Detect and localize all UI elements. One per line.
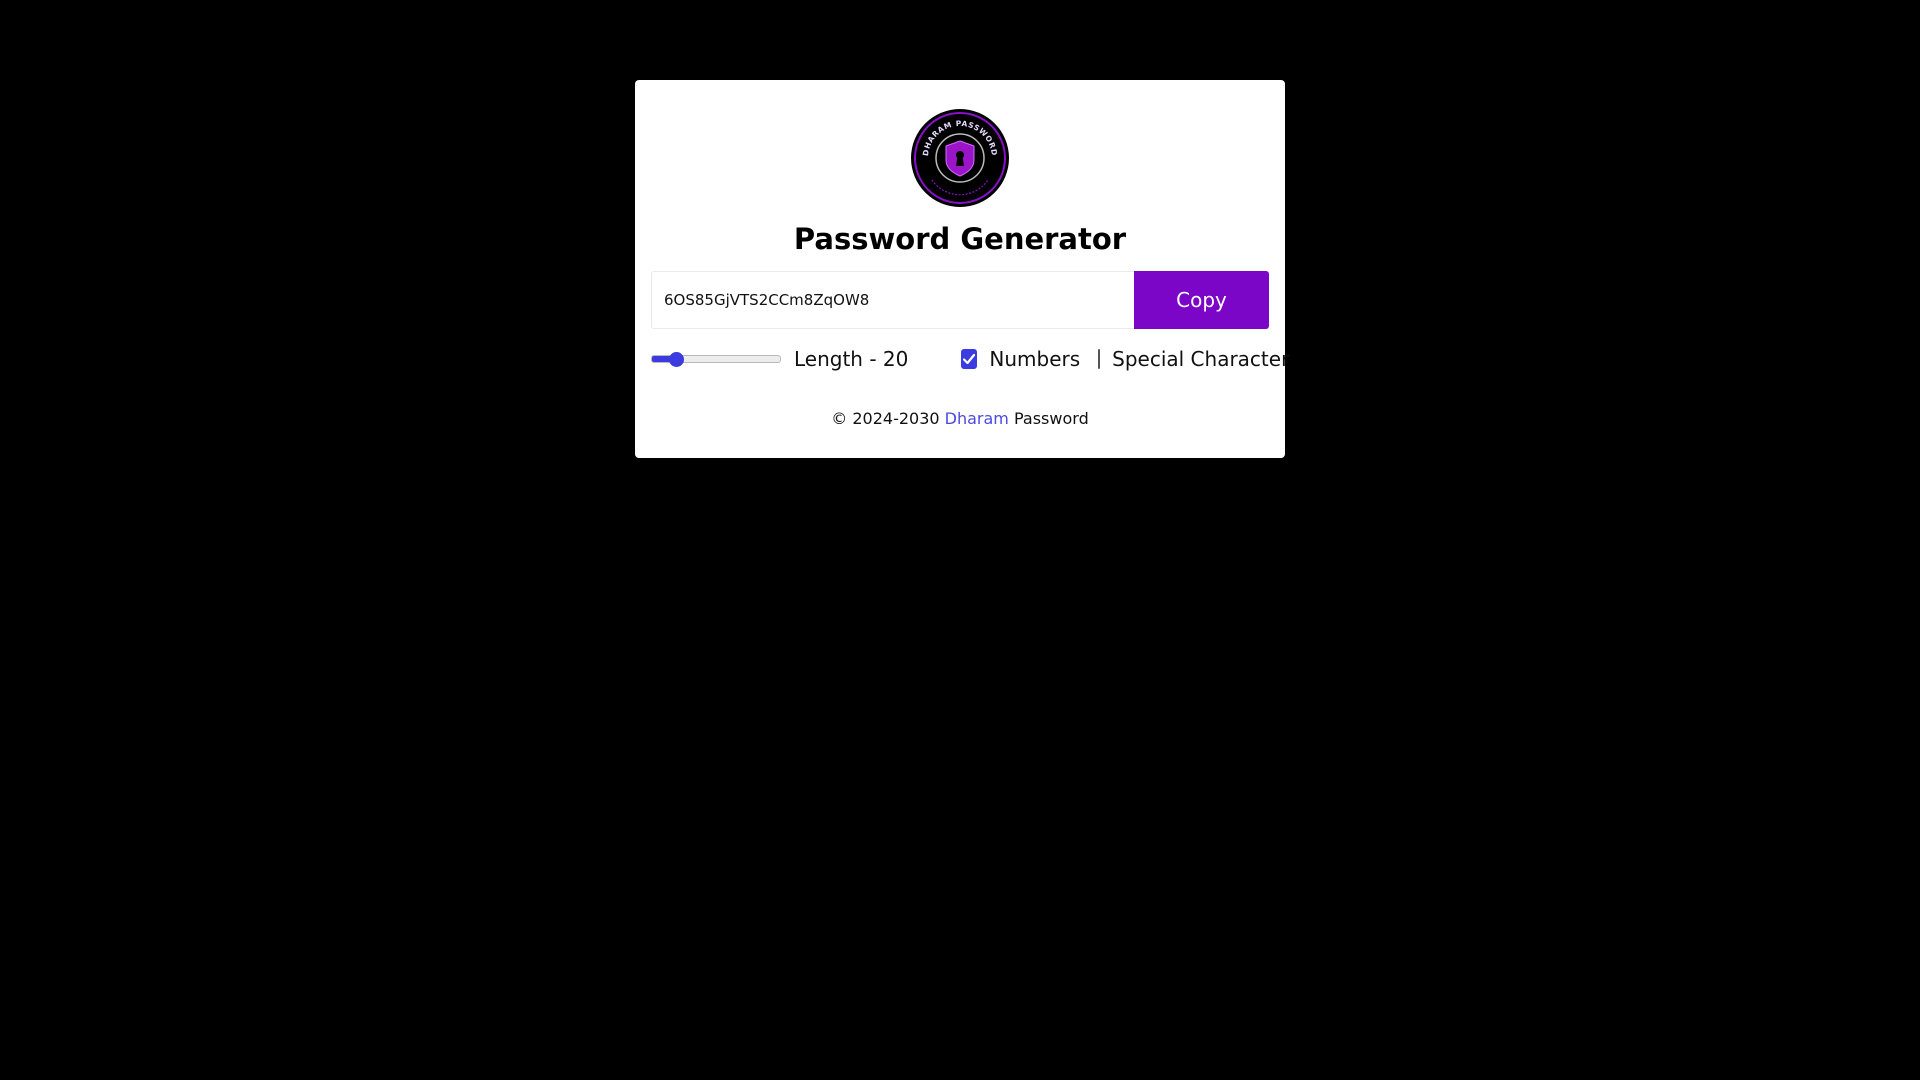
footer-author-link[interactable]: Dharam xyxy=(945,409,1009,428)
password-field[interactable] xyxy=(651,271,1134,329)
length-slider[interactable] xyxy=(651,355,781,363)
page-title: Password Generator xyxy=(793,222,1127,256)
password-row: Copy xyxy=(651,271,1269,329)
copy-button[interactable]: Copy xyxy=(1134,271,1269,329)
password-generator-card: DHARAM PASSWORD Password Generator Copy … xyxy=(635,80,1289,458)
length-label: Length - 20 xyxy=(794,347,909,371)
dharam-password-logo: DHARAM PASSWORD xyxy=(911,109,1009,207)
footer: © 2024-2030 Dharam Password xyxy=(651,409,1269,428)
checkmark-icon xyxy=(963,353,976,365)
numbers-label: Numbers xyxy=(989,347,1081,371)
special-character-checkbox[interactable] xyxy=(1098,349,1101,369)
options-row: Length - 20 Numbers Special Character xyxy=(651,347,1289,371)
footer-suffix: Password xyxy=(1013,409,1089,428)
logo-container: DHARAM PASSWORD xyxy=(651,108,1269,208)
special-character-label: Special Character xyxy=(1112,347,1290,371)
footer-copyright: © 2024-2030 xyxy=(831,409,940,428)
numbers-checkbox[interactable] xyxy=(961,349,978,369)
